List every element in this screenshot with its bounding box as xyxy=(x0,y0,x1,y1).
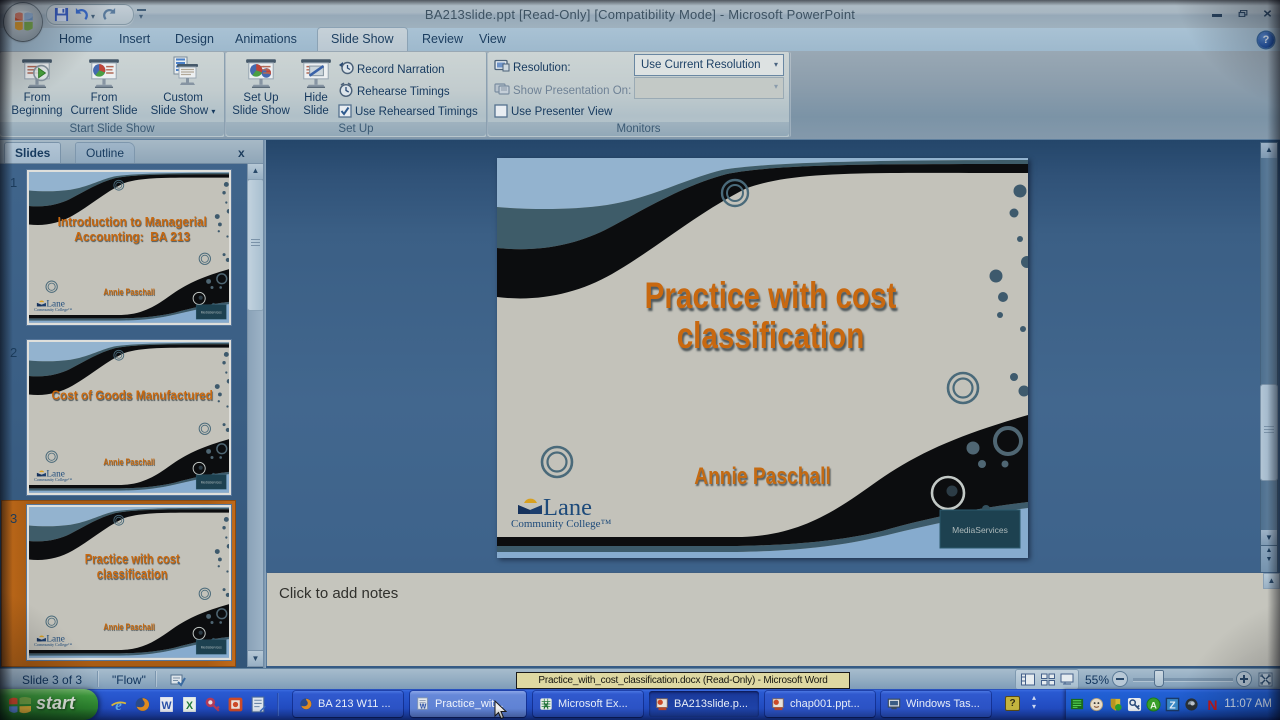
svg-text:e: e xyxy=(115,698,122,713)
svg-text:W: W xyxy=(161,700,171,712)
svg-text:X: X xyxy=(543,701,549,710)
svg-text:Community College™: Community College™ xyxy=(511,518,612,530)
svg-text:MediaServices: MediaServices xyxy=(952,525,1008,535)
svg-text:Community College™: Community College™ xyxy=(34,307,72,312)
svg-text:W: W xyxy=(420,703,427,710)
svg-text:N: N xyxy=(1207,697,1217,712)
svg-text:MediaServices: MediaServices xyxy=(201,310,222,314)
svg-text:MediaServices: MediaServices xyxy=(201,645,222,649)
svg-text:Lane: Lane xyxy=(543,494,592,521)
svg-text:MediaServices: MediaServices xyxy=(201,480,222,484)
svg-text:A: A xyxy=(1150,700,1157,710)
svg-text:Community College™: Community College™ xyxy=(34,642,72,647)
svg-text:Z: Z xyxy=(1169,701,1175,712)
svg-text:Community College™: Community College™ xyxy=(34,477,72,482)
svg-text:X: X xyxy=(186,700,193,712)
